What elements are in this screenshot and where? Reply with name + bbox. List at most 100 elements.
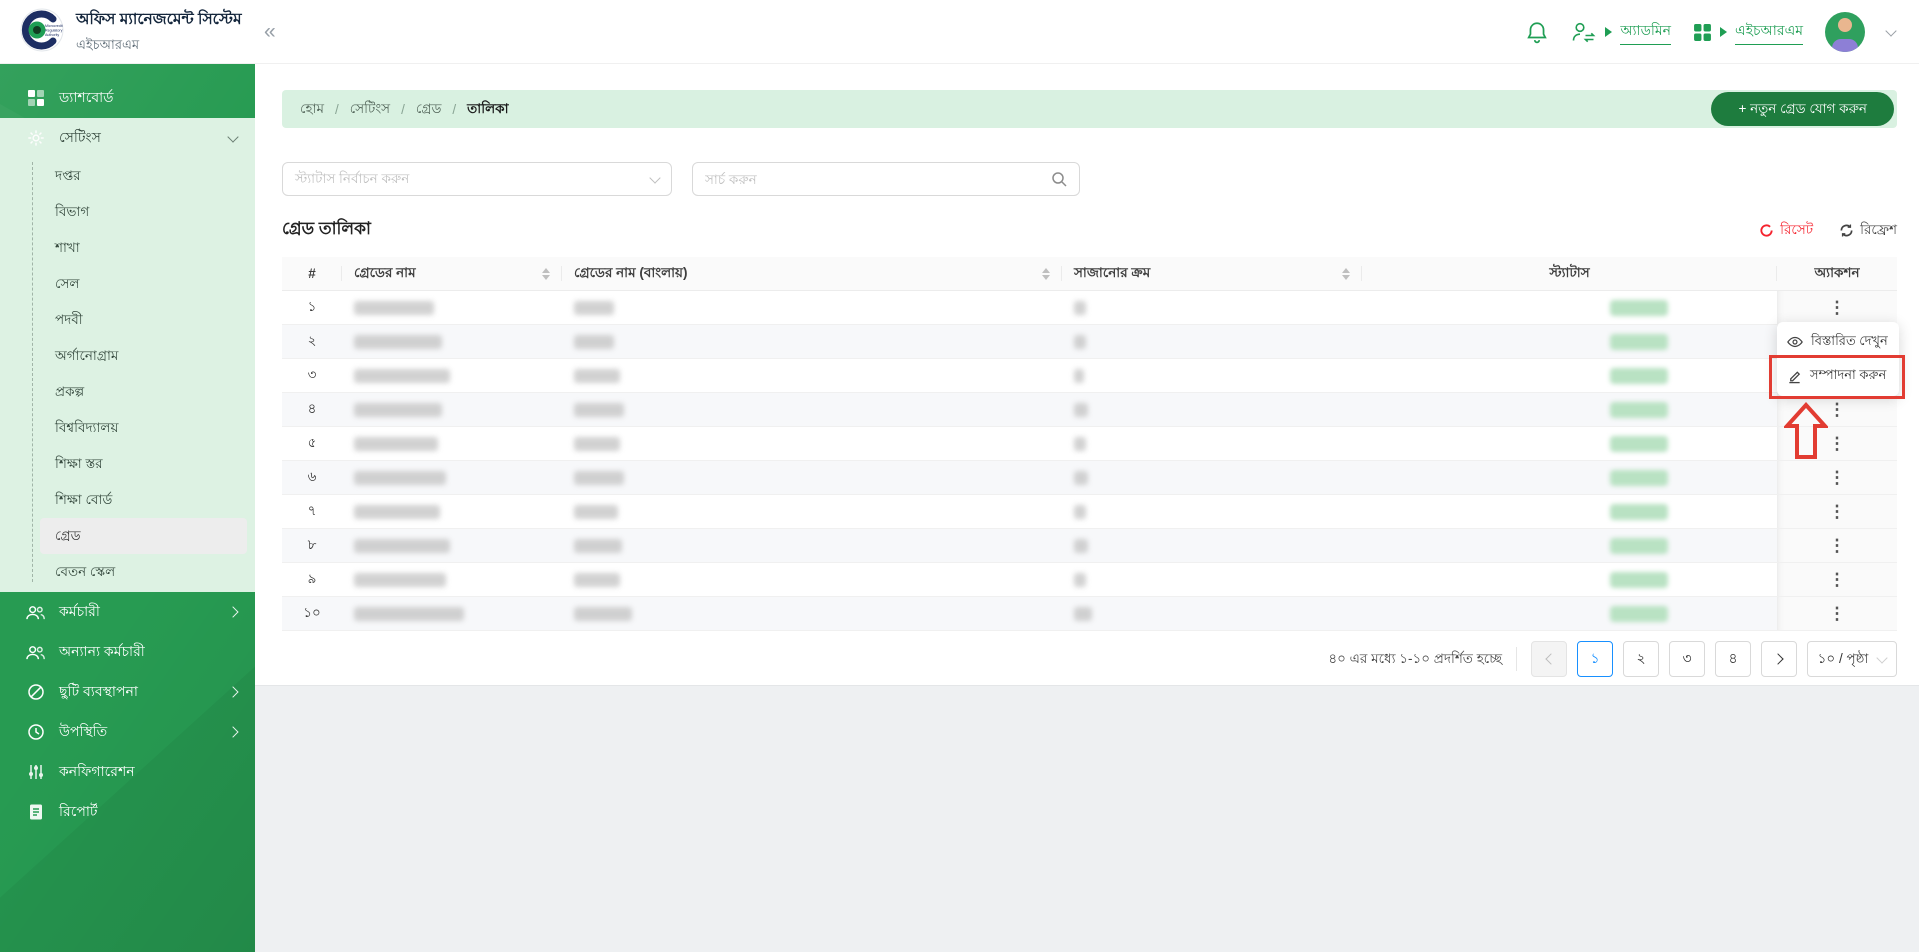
breadcrumb-item[interactable]: গ্রেড: [416, 98, 442, 121]
table-row: ৬ ⋮: [282, 461, 1897, 495]
serial-cell: ৪: [307, 401, 317, 416]
sidebar-item-configuration[interactable]: কনফিগারেশন: [0, 752, 255, 792]
submenu-item-pay-scale[interactable]: বেতন স্কেল: [0, 554, 255, 590]
sidebar-item-label: উপস্থিতি: [59, 723, 108, 739]
submenu-item-office[interactable]: দপ্তর: [0, 158, 255, 194]
row-actions-button[interactable]: ⋮: [1823, 299, 1852, 316]
redacted-grade-name-bn: [574, 368, 620, 383]
submenu-item-organogram[interactable]: অর্গানোগ্রাম: [0, 338, 255, 374]
chevron-down-icon: [1876, 651, 1888, 664]
status-filter-placeholder: স্ট্যাটাস নির্বাচন করুন: [295, 170, 410, 186]
sidebar-item-dashboard[interactable]: ড্যাশবোর্ড: [0, 78, 255, 118]
user-avatar[interactable]: [1825, 12, 1865, 52]
page-button[interactable]: ৪: [1715, 641, 1751, 677]
page-button[interactable]: ১: [1577, 641, 1613, 677]
apps-grid-icon: [1693, 23, 1712, 42]
search-input[interactable]: [705, 171, 1051, 187]
table-row: ১ ⋮: [282, 291, 1897, 325]
row-actions-button[interactable]: ⋮: [1823, 605, 1852, 622]
reset-button[interactable]: রিসেট: [1759, 219, 1813, 242]
submenu-item-branch[interactable]: শাখা: [0, 230, 255, 266]
redacted-grade-name-bn: [574, 300, 614, 315]
sidebar-item-attendance[interactable]: উপস্থিতি: [0, 712, 255, 752]
status-badge: [1609, 469, 1668, 486]
serial-cell: ১: [307, 299, 317, 314]
sidebar-item-leave-management[interactable]: ছুটি ব্যবস্থাপনা: [0, 672, 255, 712]
submenu-item-grade[interactable]: গ্রেড: [40, 518, 247, 554]
submenu-item-division[interactable]: বিভাগ: [0, 194, 255, 230]
redacted-grade-name-bn: [574, 538, 622, 553]
sidebar-item-employees[interactable]: কর্মচারী: [0, 592, 255, 632]
status-filter-select[interactable]: স্ট্যাটাস নির্বাচন করুন: [282, 162, 672, 196]
row-actions-button[interactable]: ⋮: [1823, 571, 1852, 588]
configuration-icon: [26, 763, 45, 782]
table-row: ৩ ⋮: [282, 359, 1897, 393]
chevron-down-icon: [649, 171, 661, 184]
submenu-item-designation[interactable]: পদবী: [0, 302, 255, 338]
status-badge: [1609, 299, 1668, 316]
page-button[interactable]: ৩: [1669, 641, 1705, 677]
redacted-grade-name: [354, 402, 442, 417]
user-switch-icon: [1571, 20, 1597, 44]
redacted-grade-name-bn: [574, 504, 618, 519]
pagination-summary: ৪০ এর মধ্যে ১-১০ প্রদর্শিত হচ্ছে: [1328, 650, 1502, 666]
submenu-item-education-level[interactable]: শিক্ষা স্তর: [0, 446, 255, 482]
page-buttons: ১২৩৪: [1577, 641, 1751, 677]
submenu-item-label: গ্রেড: [55, 527, 81, 543]
app-switch-link[interactable]: এইচআরএম: [1735, 19, 1803, 45]
sidebar-item-report[interactable]: রিপোর্ট: [0, 792, 255, 832]
menu-item-view-details[interactable]: বিস্তারিত দেখুন: [1777, 325, 1899, 359]
app-subtitle: এইচআরএম: [76, 37, 140, 52]
status-badge: [1609, 401, 1668, 418]
table-row: ৪ ⋮: [282, 393, 1897, 427]
status-badge: [1609, 503, 1668, 520]
column-header[interactable]: গ্রেডের নাম (বাংলায়): [562, 257, 1062, 290]
breadcrumb-item[interactable]: সেটিংস: [350, 98, 390, 121]
avatar-chevron-down-icon[interactable]: [1885, 24, 1897, 37]
sidebar-item-settings[interactable]: সেটিংস: [0, 118, 255, 158]
breadcrumb-item[interactable]: হোম: [300, 98, 324, 121]
prev-page-button[interactable]: [1531, 641, 1567, 677]
role-switch-group: অ্যাডমিন: [1571, 19, 1672, 45]
submenu-item-education-board[interactable]: শিক্ষা বোর্ড: [0, 482, 255, 518]
refresh-button[interactable]: রিফ্রেশ: [1839, 219, 1897, 242]
row-actions-button[interactable]: ⋮: [1823, 503, 1852, 520]
submenu-item-project[interactable]: প্রকল্প: [0, 374, 255, 410]
row-actions-button[interactable]: ⋮: [1823, 435, 1852, 452]
row-actions-button[interactable]: ⋮: [1823, 401, 1852, 418]
next-page-button[interactable]: [1761, 641, 1797, 677]
status-badge: [1609, 605, 1668, 622]
menu-item-edit[interactable]: সম্পাদনা করুন: [1777, 359, 1899, 393]
redacted-grade-name-bn: [574, 470, 624, 485]
submenu-item-university[interactable]: বিশ্ববিদ্যালয়: [0, 410, 255, 446]
row-actions-button[interactable]: ⋮: [1823, 469, 1852, 486]
sort-icon: [542, 267, 550, 280]
redacted-sort-order: [1074, 402, 1088, 417]
submenu-item-cell[interactable]: সেল: [0, 266, 255, 302]
pagination-divider: [1516, 647, 1517, 671]
sidebar-collapse-button[interactable]: «: [264, 20, 276, 44]
svg-text:Regulatory: Regulatory: [45, 28, 63, 32]
settings-submenu: দপ্তর বিভাগ শাখা সেল পদবী অর্গানোগ্রাম প্রকল্প…: [0, 158, 255, 592]
column-header[interactable]: গ্রেডের নাম: [342, 257, 562, 290]
submenu-item-label: শিক্ষা বোর্ড: [55, 491, 113, 507]
page-size-select[interactable]: ১০ / পৃষ্ঠা: [1807, 641, 1897, 677]
submenu-item-label: অর্গানোগ্রাম: [55, 347, 119, 363]
add-grade-button[interactable]: + নতুন গ্রেড যোগ করুন: [1711, 92, 1894, 126]
page-button[interactable]: ২: [1623, 641, 1659, 677]
search-icon[interactable]: [1051, 171, 1067, 187]
main-content: হোম / সেটিংস / গ্রেড / তালিকা + নতুন গ্রেড যোগ…: [255, 64, 1919, 686]
sidebar-item-other-employees[interactable]: অন্যান্য কর্মচারী: [0, 632, 255, 672]
notification-bell-icon[interactable]: [1525, 20, 1549, 44]
submenu-item-label: বিভাগ: [55, 203, 90, 219]
table-row: ৮ ⋮: [282, 529, 1897, 563]
attendance-icon: [26, 723, 45, 742]
chevron-down-icon: [227, 130, 239, 143]
submenu-item-label: প্রকল্প: [55, 383, 85, 399]
column-header[interactable]: সাজানোর ক্রম: [1062, 257, 1362, 290]
admin-link[interactable]: অ্যাডমিন: [1620, 19, 1672, 45]
submenu-item-label: বিশ্ববিদ্যালয়: [55, 419, 119, 435]
row-actions-button[interactable]: ⋮: [1823, 537, 1852, 554]
serial-cell: ১০: [303, 605, 321, 620]
redacted-sort-order: [1074, 436, 1086, 451]
